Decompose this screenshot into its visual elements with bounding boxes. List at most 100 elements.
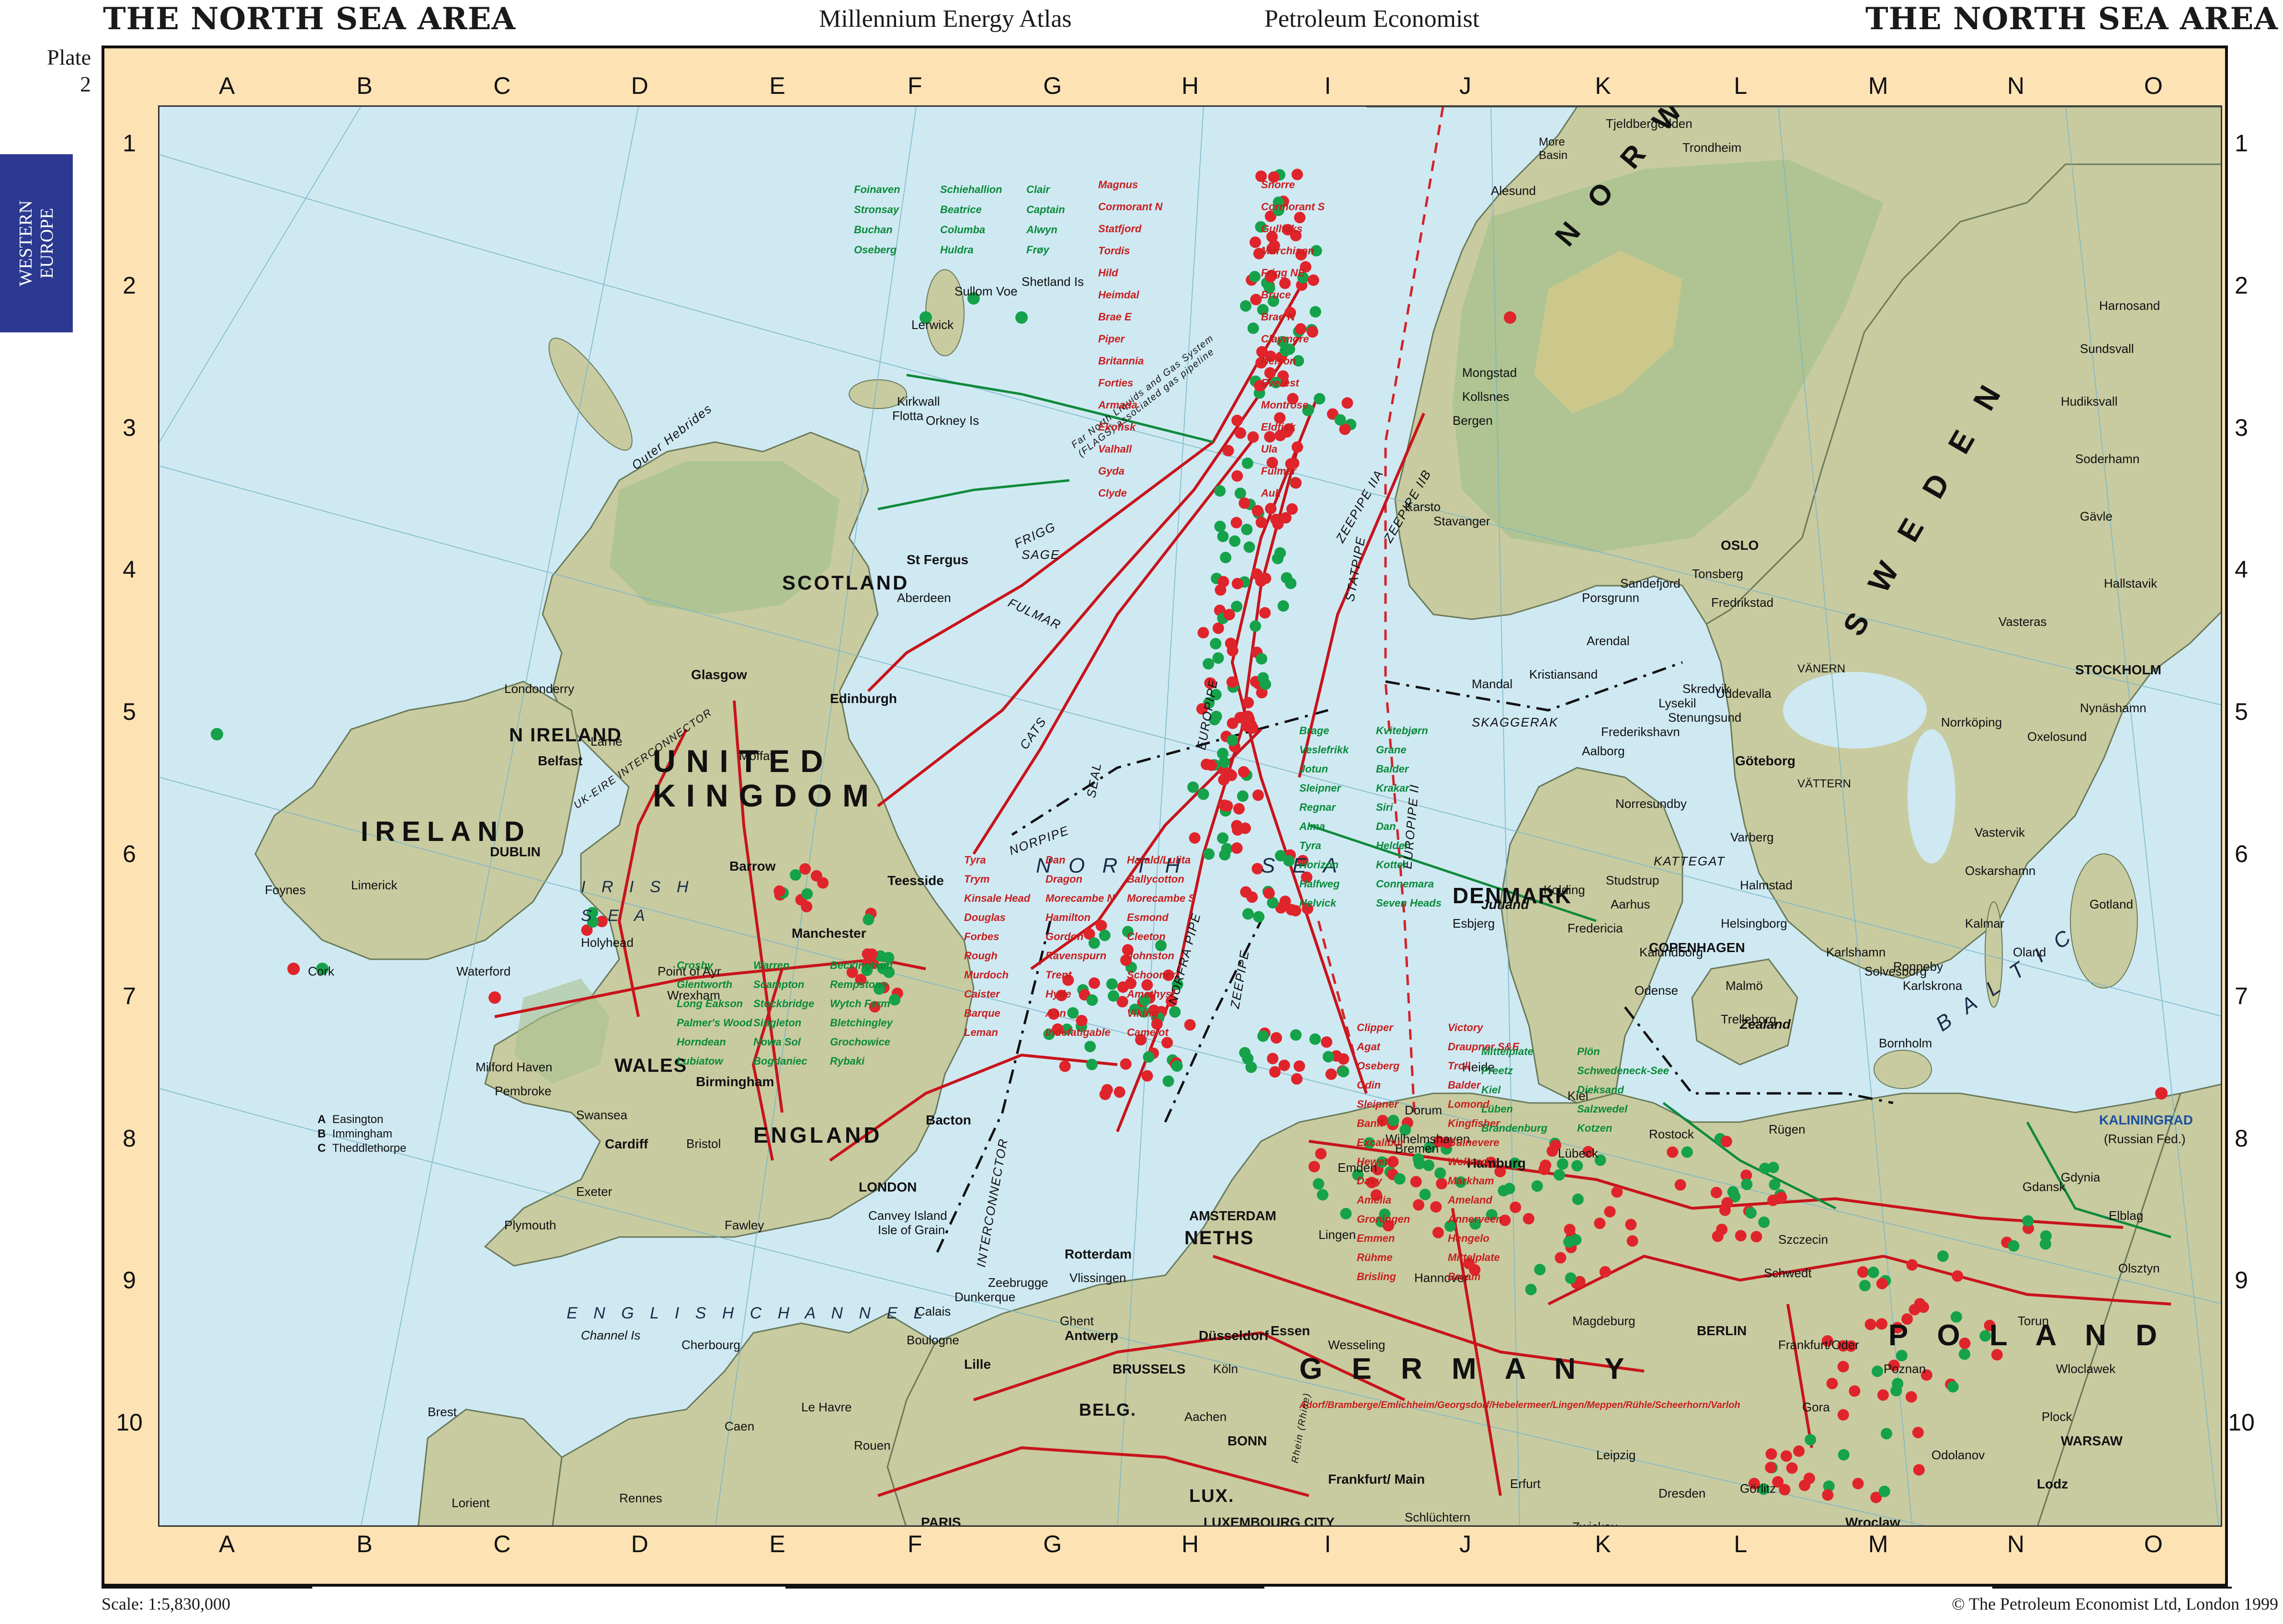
oil-field-label: Gullfaks [1261,223,1303,235]
oil-field-label: Agat [1357,1041,1380,1053]
city-aachen: Aachen [1184,1409,1227,1424]
gas-field-label: Singleton [753,1017,802,1029]
oil-field-label: Oseberg [1357,1060,1400,1072]
gas-field-label: Palmer's Wood [677,1017,752,1029]
oil-field-label: Excalibur [1357,1136,1405,1148]
field-marker [1503,1182,1515,1194]
field-marker [1222,445,1234,456]
shetland-island [925,269,965,356]
gas-field-label: Long Eakson [677,998,743,1010]
oil-field-label: Ann [1045,1007,1066,1019]
city-bornholm: Bornholm [1879,1036,1932,1050]
oil-field-label: Indefatigable [1045,1026,1111,1038]
field-marker [1210,638,1222,650]
grid-col-label: K [1595,1531,1611,1557]
city-teesside: Teesside [887,873,944,888]
oil-field-label: Leman [964,1026,998,1038]
city-fredericia: Fredericia [1567,921,1623,935]
city-bonn: BONN [1227,1433,1267,1448]
field-marker [1249,271,1261,283]
field-marker [1169,1006,1181,1018]
field-marker [1775,1192,1787,1204]
gas-field-label: Brage [1299,725,1329,737]
field-marker [1769,1179,1781,1191]
label-english-channel: E N G L I S H C H A N N E L [567,1304,929,1322]
oil-field-label: Esmond [1127,911,1169,923]
field-marker [1221,843,1233,855]
field-marker [1334,414,1346,426]
field-marker [1067,1007,1079,1019]
field-marker [1220,552,1232,564]
oil-field-label: Ravenspurn [1045,950,1107,962]
field-marker [1890,1385,1902,1397]
gas-field-label: Sleipner [1299,782,1341,794]
field-marker [1309,306,1321,318]
grid-col-label: D [631,1531,648,1557]
oil-field-label: Guinevere [1448,1136,1499,1148]
grid-row-label: 4 [123,556,136,583]
map-canvas[interactable]: UNITED KINGDOM IRELAND N IRELAND SCOTLAN… [158,105,2222,1527]
oil-field-label: Bruce [1261,289,1291,301]
field-marker [1290,477,1302,489]
oil-field-label: Rühme [1357,1251,1393,1263]
oil-field-label: Brisling [1357,1271,1396,1283]
oil-field-label: Forties [1098,377,1134,389]
city-sullom-voe: Sullom Voe [954,284,1018,298]
city-st-fergus: St Fergus [907,552,969,567]
terminal-a-name: Easington [332,1113,384,1126]
terminal-key-b: B Immingham [318,1127,406,1141]
gas-field-label: Grochowice [830,1036,890,1048]
grid-row-label: 10 [2228,1409,2255,1436]
oil-field-label: Ula [1261,443,1278,455]
field-marker [1197,788,1209,800]
field-marker [1238,766,1249,778]
terminal-c-name: Theddlethorpe [332,1142,407,1155]
oil-field-label: Montrose [1261,399,1308,411]
oil-field-label: Davy [1357,1175,1382,1187]
grid-row-label: 9 [123,1267,136,1294]
city-kollsnes: Kollsnes [1462,389,1510,404]
grid-col-label: D [631,72,648,99]
oil-field-label: Victory [1448,1022,1483,1033]
field-marker [1822,1489,1834,1501]
field-marker [1084,1041,1096,1053]
gas-field-label: Alma [1299,820,1325,832]
field-marker [1867,1266,1879,1278]
gas-field-label: Scampton [753,978,805,990]
field-marker [1625,1219,1637,1230]
gas-field-label: Horndean [677,1036,726,1048]
field-marker [1799,1479,1811,1491]
oil-field-label: Britannia [1098,355,1144,367]
field-marker [1231,470,1243,482]
field-marker [1522,1213,1534,1225]
field-marker [1086,1058,1098,1070]
city-birmingham: Birmingham [696,1074,774,1089]
city-alesund: Alesund [1491,183,1536,198]
gas-field-label: Bogdaniec [753,1055,807,1067]
oil-field-label: Clyde [1098,487,1127,499]
region-tab[interactable]: WESTERN EUROPE [0,154,73,332]
city-schluchtern: Schlüchtern [1405,1510,1471,1524]
city-hudiksvall: Hudiksvall [2061,394,2118,409]
field-marker [1432,1227,1444,1238]
oil-field-label: Tordis [1098,245,1130,257]
field-marker [1864,1318,1876,1330]
field-marker [1780,1450,1792,1462]
field-marker [1197,627,1209,639]
grid-col-label: K [1595,72,1611,99]
city-wesseling: Wesseling [1328,1338,1386,1352]
city-oxelosund: Oxelosund [2027,729,2087,744]
field-marker [1735,1230,1747,1242]
field-marker [1307,274,1319,286]
gas-field-label: Bletchingley [830,1017,893,1029]
field-marker [1765,1462,1777,1474]
city-lodz: Lodz [2037,1476,2068,1491]
city-amsterdam: AMSTERDAM [1189,1208,1276,1223]
field-marker [1793,1445,1805,1457]
gas-field-label: Horizon [1299,859,1339,871]
label-scotland: SCOTLAND [782,571,909,594]
oil-field-label: Murdoch [964,969,1009,981]
field-marker [1214,485,1226,497]
field-marker [1436,1178,1448,1190]
city-dorum: Dorum [1405,1103,1442,1117]
